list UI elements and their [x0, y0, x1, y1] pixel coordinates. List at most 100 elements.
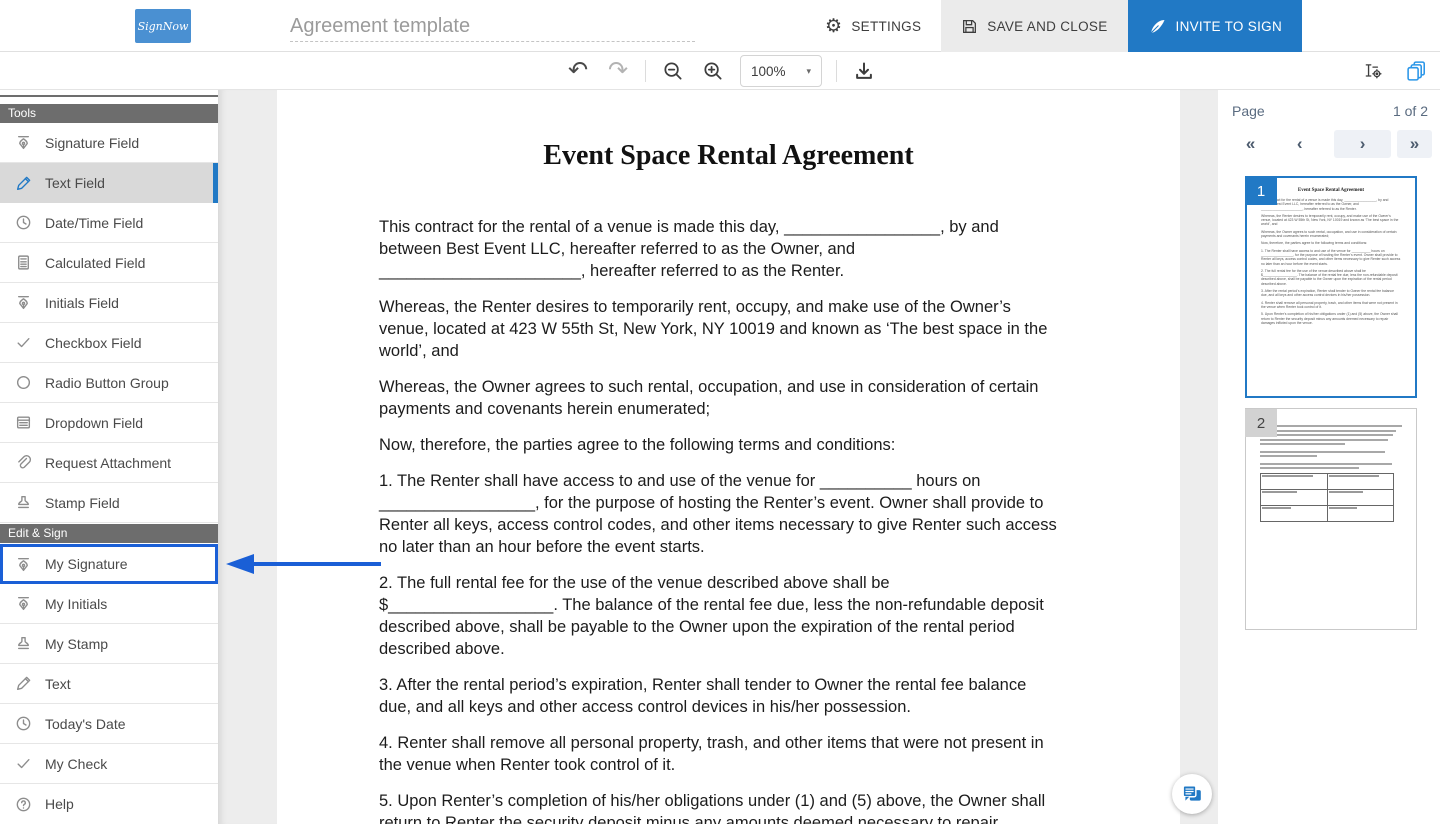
first-page-button[interactable]: « [1232, 130, 1269, 158]
sidebar-item-label: My Initials [45, 596, 107, 612]
pen-nib-icon [15, 134, 32, 151]
thumbnail-content [1246, 425, 1416, 522]
redo-button[interactable]: ↷ [605, 58, 631, 84]
scrolled-section-edge [0, 95, 218, 97]
sidebar-item-text-field[interactable]: Text Field [0, 163, 218, 203]
settings-button[interactable]: ⚙ SETTINGS [805, 0, 941, 52]
field-settings-button[interactable] [1360, 58, 1386, 84]
edit-sign-section-label: Edit & Sign [8, 526, 67, 540]
thumbnail-paragraph: 1. The Renter shall have access to and u… [1261, 249, 1401, 266]
check-icon [15, 334, 32, 351]
settings-label: SETTINGS [851, 19, 921, 34]
sidebar-item-my-signature[interactable]: My Signature [0, 544, 218, 584]
signnow-editor: SignNow ⚙ SETTINGS SAVE AND CLOSE [0, 0, 1440, 824]
toolbar-divider [645, 60, 646, 82]
floppy-disk-icon [961, 18, 978, 35]
field-settings-icon [1363, 61, 1383, 81]
sidebar-item-stamp-field[interactable]: Stamp Field [0, 483, 218, 523]
paperclip-icon [15, 454, 32, 471]
sidebar-item-label: Help [45, 796, 74, 812]
signature-table [1260, 473, 1394, 522]
document-title-input[interactable] [290, 12, 695, 42]
zoom-in-button[interactable] [700, 58, 726, 84]
doc-paragraph: 3. After the rental period’s expiration,… [379, 674, 1062, 718]
chevron-left-icon: ‹ [1297, 134, 1303, 154]
top-header: SignNow ⚙ SETTINGS SAVE AND CLOSE [0, 0, 1440, 52]
thumbnail-paragraph: This contract for the rental of a venue … [1261, 198, 1401, 211]
stacked-pages-icon [1407, 61, 1427, 81]
pen-nib-icon [15, 595, 32, 612]
undo-icon: ↶ [568, 60, 588, 82]
clock-icon [15, 214, 32, 231]
sidebar-item-my-initials[interactable]: My Initials [0, 584, 218, 624]
sidebar-item-label: My Check [45, 756, 107, 772]
page-thumbnail-2[interactable]: 2 [1245, 408, 1417, 630]
sidebar-item-label: My Stamp [45, 636, 108, 652]
edit-sign-section-header: Edit & Sign [0, 524, 218, 543]
invite-to-sign-label: INVITE TO SIGN [1176, 19, 1282, 34]
last-page-button[interactable]: » [1397, 130, 1432, 158]
previous-page-button[interactable]: ‹ [1281, 130, 1318, 158]
redo-icon: ↷ [608, 60, 628, 82]
fields-sidebar: Tools Signature Field Text Field Date/Ti… [0, 90, 218, 824]
thumbnail-paragraph: Whereas, the Owner agrees to such rental… [1261, 230, 1401, 239]
sidebar-item-calculated-field[interactable]: Calculated Field [0, 243, 218, 283]
pages-panel-button[interactable] [1404, 58, 1430, 84]
thumbnail-paragraph: 4. Renter shall remove all personal prop… [1261, 301, 1401, 310]
document-page[interactable]: Event Space Rental Agreement This contra… [277, 90, 1180, 824]
zoom-in-icon [703, 61, 723, 81]
sidebar-item-label: Signature Field [45, 135, 139, 151]
document-heading: Event Space Rental Agreement [277, 140, 1180, 172]
toolbar-divider [836, 60, 837, 82]
calculator-icon [15, 254, 32, 271]
sidebar-item-radio-button-group[interactable]: Radio Button Group [0, 363, 218, 403]
sidebar-item-signature-field[interactable]: Signature Field [0, 123, 218, 163]
sidebar-item-label: Text [45, 676, 71, 692]
sidebar-item-request-attachment[interactable]: Request Attachment [0, 443, 218, 483]
support-chat-button[interactable] [1172, 774, 1212, 814]
next-page-button[interactable]: › [1334, 130, 1391, 158]
page-number-badge: 1 [1245, 177, 1277, 205]
document-canvas: Event Space Rental Agreement This contra… [218, 90, 1218, 824]
sidebar-item-dropdown-field[interactable]: Dropdown Field [0, 403, 218, 443]
sidebar-item-my-check[interactable]: My Check [0, 744, 218, 784]
stamp-icon [15, 494, 32, 511]
doc-paragraph: Now, therefore, the parties agree to the… [379, 434, 1062, 456]
zoom-level-value: 100% [751, 64, 786, 79]
chevron-down-icon: ▾ [806, 66, 811, 77]
sidebar-item-my-stamp[interactable]: My Stamp [0, 624, 218, 664]
sidebar-item-label: Text Field [45, 175, 105, 191]
sidebar-item-label: Stamp Field [45, 495, 120, 511]
sidebar-item-help[interactable]: Help [0, 784, 218, 824]
zoom-level-select[interactable]: 100% ▾ [740, 55, 822, 87]
clock-icon [15, 715, 32, 732]
page-thumbnail-1[interactable]: 1 Event Space Rental Agreement This cont… [1245, 176, 1417, 398]
double-chevron-left-icon: « [1246, 134, 1255, 154]
undo-button[interactable]: ↶ [565, 58, 591, 84]
chat-bubbles-icon [1181, 783, 1203, 805]
sidebar-item-date-time-field[interactable]: Date/Time Field [0, 203, 218, 243]
sidebar-item-text[interactable]: Text [0, 664, 218, 704]
pencil-icon [15, 175, 32, 192]
invite-to-sign-button[interactable]: INVITE TO SIGN [1128, 0, 1302, 52]
save-and-close-button[interactable]: SAVE AND CLOSE [941, 0, 1127, 52]
thumbnail-paragraph: 5. Upon Renter’s completion of his/her o… [1261, 312, 1401, 325]
sidebar-item-label: Date/Time Field [45, 215, 143, 231]
dropdown-list-icon [15, 414, 32, 431]
sidebar-item-checkbox-field[interactable]: Checkbox Field [0, 323, 218, 363]
page-count: 1 of 2 [1393, 103, 1428, 119]
thumbnail-paragraph: Whereas, the Renter desires to temporari… [1261, 214, 1401, 227]
sidebar-item-label: Today's Date [45, 716, 126, 732]
sidebar-item-initials-field[interactable]: Initials Field [0, 283, 218, 323]
signnow-logo[interactable]: SignNow [135, 9, 191, 43]
sidebar-item-todays-date[interactable]: Today's Date [0, 704, 218, 744]
download-button[interactable] [851, 58, 877, 84]
quill-icon [1148, 17, 1167, 36]
pen-nib-icon [15, 294, 32, 311]
sidebar-item-label: Radio Button Group [45, 375, 169, 391]
sidebar-item-label: Initials Field [45, 295, 119, 311]
zoom-out-button[interactable] [660, 58, 686, 84]
doc-paragraph: 5. Upon Renter’s completion of his/her o… [379, 790, 1062, 824]
gear-icon: ⚙ [825, 17, 842, 36]
doc-paragraph: 1. The Renter shall have access to and u… [379, 470, 1062, 558]
